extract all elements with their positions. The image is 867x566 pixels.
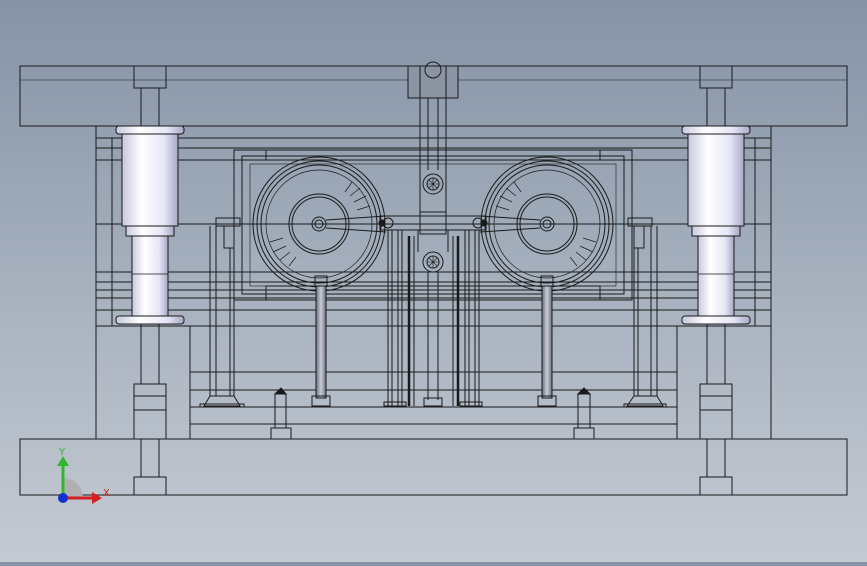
guide-pillar-left [115, 88, 185, 440]
guide-pillar-right [681, 88, 751, 440]
z-axis-dot [58, 493, 68, 503]
cad-viewport[interactable]: Y X [0, 0, 867, 562]
return-pins [311, 275, 557, 407]
bottom-clamp-plate [19, 438, 848, 496]
side-locks [199, 217, 667, 408]
mold-assembly-drawing: Y X [19, 61, 848, 504]
runner-system [378, 98, 488, 273]
top-clamp-plate [19, 61, 848, 127]
mold-plates [95, 125, 772, 440]
x-axis-label: X [103, 488, 110, 499]
x-axis-arrowhead [92, 492, 102, 504]
y-axis-label: Y [58, 447, 66, 458]
